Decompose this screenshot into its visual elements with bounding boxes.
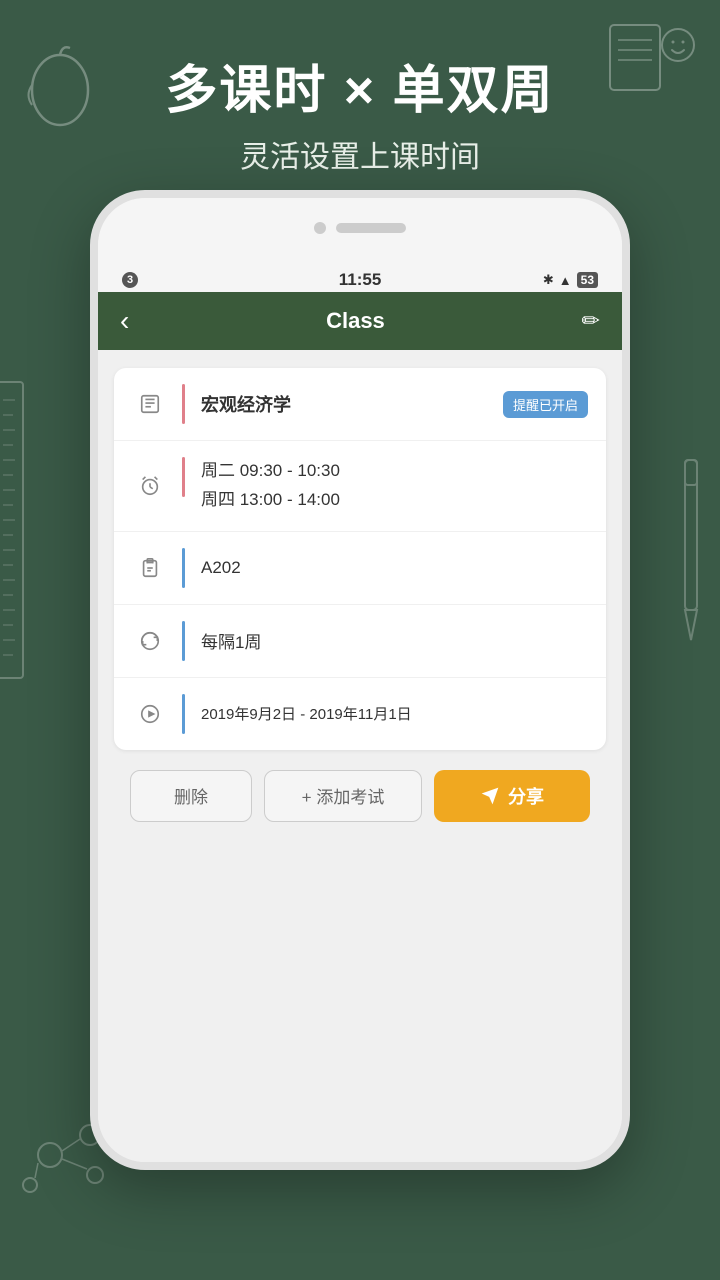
info-card: 宏观经济学 提醒已开启 <box>114 368 606 750</box>
room-content: A202 <box>201 558 588 578</box>
daterange-row: 2019年9月2日 - 2019年11月1日 <box>114 678 606 750</box>
delete-button[interactable]: 删除 <box>130 770 252 822</box>
repeat-row: 每隔1周 <box>114 605 606 678</box>
room-row: A202 <box>114 532 606 605</box>
book-icon <box>132 386 168 422</box>
edit-button[interactable]: ✏ <box>582 308 600 334</box>
alarm-icon <box>132 468 168 504</box>
back-button[interactable]: ‹ <box>120 305 129 337</box>
phone-mockup: 3 11:55 ✱ ▲ 53 ‹ Class ✏ <box>90 190 630 1170</box>
row-divider-red-1 <box>182 384 185 424</box>
row-divider-blue-1 <box>182 548 185 588</box>
schedule-line2: 周四 13:00 - 14:00 <box>201 486 588 515</box>
header-title: Class <box>326 308 385 334</box>
repeat-icon <box>132 623 168 659</box>
add-exam-button[interactable]: + 添加考试 <box>264 770 422 822</box>
share-icon <box>480 786 500 806</box>
course-name-row: 宏观经济学 提醒已开启 <box>114 368 606 441</box>
app-header: ‹ Class ✏ <box>98 292 622 350</box>
schedule-row: 周二 09:30 - 10:30 周四 13:00 - 14:00 <box>114 441 606 532</box>
course-name: 宏观经济学 <box>201 391 503 417</box>
bluetooth-icon: ✱ <box>543 272 554 288</box>
schedule-content: 周二 09:30 - 10:30 周四 13:00 - 14:00 <box>201 457 588 515</box>
status-left: 3 <box>122 272 138 288</box>
status-bar: 3 11:55 ✱ ▲ 53 <box>98 242 622 292</box>
repeat-content: 每隔1周 <box>201 628 588 653</box>
battery-level: 53 <box>577 272 598 288</box>
phone-content: 宏观经济学 提醒已开启 <box>98 350 622 1162</box>
play-icon <box>132 696 168 732</box>
alert-badge: 提醒已开启 <box>503 391 588 418</box>
row-divider-red-2 <box>182 457 185 497</box>
status-right-icons: ✱ ▲ 53 <box>543 272 598 288</box>
speaker-bar <box>336 223 406 233</box>
row-divider-blue-2 <box>182 621 185 661</box>
main-title: 多课时 × 单双周 <box>0 60 720 122</box>
share-button[interactable]: 分享 <box>434 770 590 822</box>
speaker-dot <box>314 222 326 234</box>
status-time: 11:55 <box>339 270 382 290</box>
row-divider-blue-3 <box>182 694 185 734</box>
sub-title: 灵活设置上课时间 <box>0 132 720 176</box>
share-label: 分享 <box>508 783 544 809</box>
bottom-buttons: 删除 + 添加考试 分享 <box>114 770 606 822</box>
clipboard-icon <box>132 550 168 586</box>
daterange-content: 2019年9月2日 - 2019年11月1日 <box>201 703 588 724</box>
schedule-line1: 周二 09:30 - 10:30 <box>201 457 588 486</box>
wifi-icon: ▲ <box>559 273 572 288</box>
